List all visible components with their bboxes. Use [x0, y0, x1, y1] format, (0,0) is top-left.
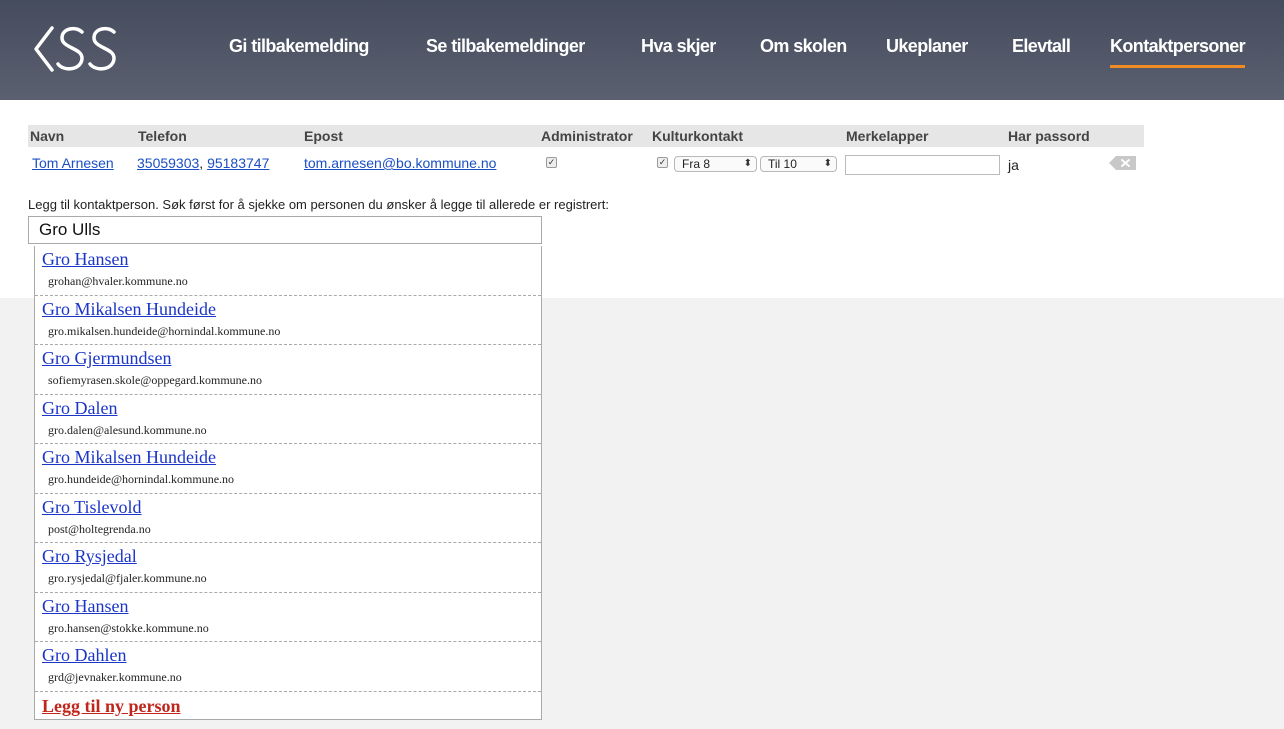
phone-separator: ,: [199, 155, 204, 171]
phone-cell: 35059303, 95183747: [137, 155, 269, 171]
list-item[interactable]: Gro Dahlen grd@jevnaker.kommune.no: [35, 642, 541, 692]
fra-select-value: Fra 8: [682, 157, 711, 171]
contact-search-input[interactable]: Gro Ulls: [28, 216, 542, 244]
nav-kontaktpersoner[interactable]: Kontaktpersoner: [1110, 36, 1246, 68]
suggestion-email: gro.hansen@stokke.kommune.no: [48, 620, 209, 635]
suggestion-name-link[interactable]: Gro Gjermundsen: [42, 348, 171, 369]
suggestion-email: gro.dalen@alesund.kommune.no: [48, 422, 207, 437]
suggestion-name-link[interactable]: Gro Mikalsen Hundeide: [42, 447, 216, 468]
suggestion-email: grohan@hvaler.kommune.no: [48, 274, 188, 288]
contacts-table-header: Navn Telefon Epost Administrator Kulturk…: [28, 125, 1144, 147]
administrator-checkbox[interactable]: ✓: [546, 157, 557, 168]
header-kulturkontakt: Kulturkontakt: [652, 128, 743, 144]
suggestion-email: sofiemyrasen.skole@oppegard.kommune.no: [48, 373, 263, 387]
suggestion-name-link[interactable]: Gro Tislevold: [42, 497, 142, 518]
header-administrator: Administrator: [541, 128, 633, 144]
merkelapper-input[interactable]: [845, 155, 1000, 175]
header-epost: Epost: [304, 128, 343, 144]
list-item[interactable]: Gro Mikalsen Hundeide gro.mikalsen.hunde…: [35, 296, 541, 345]
header-telefon: Telefon: [138, 128, 187, 144]
list-item[interactable]: Gro Dalen gro.dalen@alesund.kommune.no: [35, 395, 541, 444]
nav-se-tilbakemeldinger[interactable]: Se tilbakemeldinger: [426, 36, 585, 57]
nav-om-skolen[interactable]: Om skolen: [760, 36, 847, 57]
suggestion-email: post@holtegrenda.no: [48, 521, 151, 536]
search-suggestions: Gro Hansen grohan@hvaler.kommune.no Gro …: [34, 246, 542, 720]
header-navn: Navn: [30, 128, 65, 144]
select-arrows-icon: ⬍: [743, 158, 752, 169]
list-item[interactable]: Gro Gjermundsen sofiemyrasen.skole@oppeg…: [35, 345, 541, 395]
til-select[interactable]: Til 10 ⬍: [760, 156, 837, 172]
phone-link-2[interactable]: 95183747: [207, 155, 269, 171]
suggestion-name-link[interactable]: Gro Mikalsen Hundeide: [42, 299, 216, 320]
suggestion-name-link[interactable]: Gro Rysjedal: [42, 546, 137, 567]
email-link[interactable]: tom.arnesen@bo.kommune.no: [304, 155, 496, 171]
list-item[interactable]: Gro Mikalsen Hundeide gro.hundeide@horni…: [35, 444, 541, 494]
add-new-person-link[interactable]: Legg til ny person: [42, 696, 181, 717]
suggestion-email: gro.hundeide@hornindal.kommune.no: [48, 472, 235, 486]
suggestion-name-link[interactable]: Gro Dahlen: [42, 645, 126, 666]
suggestion-name-link[interactable]: Gro Hansen: [42, 596, 128, 617]
select-arrows-icon: ⬍: [823, 158, 832, 169]
suggestion-name-link[interactable]: Gro Dalen: [42, 398, 117, 419]
har-passord-value: ja: [1008, 157, 1019, 173]
nav-gi-tilbakemelding[interactable]: Gi tilbakemelding: [229, 36, 369, 57]
contact-name-link[interactable]: Tom Arnesen: [32, 155, 114, 171]
header-merkelapper: Merkelapper: [846, 128, 929, 144]
kulturkontakt-checkbox[interactable]: ✓: [657, 157, 668, 168]
til-select-value: Til 10: [768, 157, 797, 171]
add-contact-hint: Legg til kontaktperson. Søk først for å …: [28, 197, 609, 212]
phone-link-1[interactable]: 35059303: [137, 155, 199, 171]
top-header: Gi tilbakemelding Se tilbakemeldinger Hv…: [0, 0, 1284, 100]
suggestion-email: gro.rysjedal@fjaler.kommune.no: [48, 571, 207, 585]
nav-elevtall[interactable]: Elevtall: [1012, 36, 1071, 57]
list-item[interactable]: Gro Hansen gro.hansen@stokke.kommune.no: [35, 593, 541, 642]
delete-icon[interactable]: [1108, 155, 1138, 171]
list-item[interactable]: Gro Hansen grohan@hvaler.kommune.no: [35, 246, 541, 296]
list-item[interactable]: Gro Tislevold post@holtegrenda.no: [35, 494, 541, 543]
suggestion-email: grd@jevnaker.kommune.no: [48, 670, 182, 684]
list-item[interactable]: Gro Rysjedal gro.rysjedal@fjaler.kommune…: [35, 543, 541, 593]
nav-ukeplaner[interactable]: Ukeplaner: [886, 36, 968, 57]
table-row: Tom Arnesen 35059303, 95183747 tom.arnes…: [28, 151, 1144, 177]
suggestion-email: gro.mikalsen.hundeide@hornindal.kommune.…: [48, 323, 281, 338]
suggestion-name-link[interactable]: Gro Hansen: [42, 249, 128, 270]
nav-hva-skjer[interactable]: Hva skjer: [641, 36, 716, 57]
fra-select[interactable]: Fra 8 ⬍: [674, 156, 757, 172]
header-har-passord: Har passord: [1008, 128, 1090, 144]
main-nav: Gi tilbakemelding Se tilbakemeldinger Hv…: [0, 0, 1284, 100]
